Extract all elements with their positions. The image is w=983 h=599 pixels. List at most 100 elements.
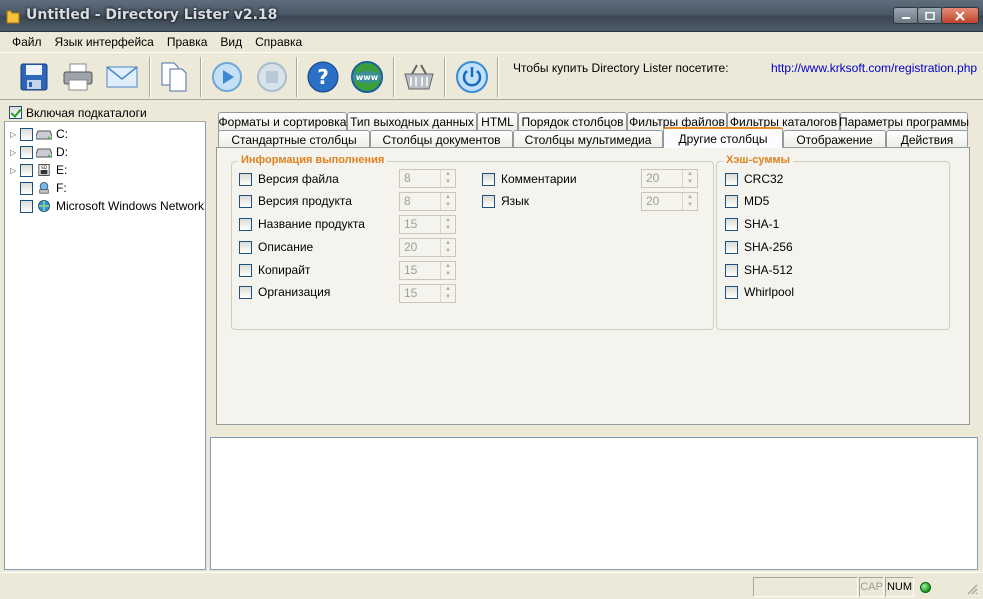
- tab-formats-sorting[interactable]: Форматы и сортировка: [218, 112, 347, 131]
- down-icon[interactable]: ▼: [441, 224, 455, 232]
- up-icon[interactable]: ▲: [441, 170, 455, 178]
- option-description[interactable]: Описание: [239, 240, 313, 254]
- up-icon[interactable]: ▲: [441, 285, 455, 293]
- registration-link[interactable]: http://www.krksoft.com/registration.php: [771, 61, 977, 75]
- buy-button[interactable]: [401, 59, 437, 95]
- down-icon[interactable]: ▼: [441, 201, 455, 209]
- checkbox[interactable]: [239, 194, 252, 208]
- expand-icon[interactable]: ▷: [10, 166, 18, 175]
- resize-grip-icon[interactable]: [966, 583, 978, 595]
- checkbox[interactable]: [239, 217, 252, 231]
- menu-file[interactable]: Файл: [12, 35, 42, 49]
- output-pane[interactable]: [210, 437, 978, 570]
- checkbox[interactable]: [239, 285, 252, 299]
- option-organization[interactable]: Организация: [239, 285, 330, 299]
- file-version-width[interactable]: 8 ▲ ▼: [399, 169, 456, 188]
- organization-width[interactable]: 15 ▲ ▼: [399, 284, 456, 303]
- spin-arrows[interactable]: ▲ ▼: [440, 239, 455, 256]
- option-sha256[interactable]: SHA-256: [725, 240, 793, 254]
- menu-view[interactable]: Вид: [220, 35, 242, 49]
- option-sha512[interactable]: SHA-512: [725, 263, 793, 277]
- menu-edit[interactable]: Правка: [167, 35, 208, 49]
- down-icon[interactable]: ▼: [683, 201, 697, 209]
- tree-checkbox[interactable]: [20, 127, 33, 141]
- down-icon[interactable]: ▼: [441, 293, 455, 301]
- checkbox[interactable]: [725, 172, 738, 186]
- down-icon[interactable]: ▼: [683, 178, 697, 186]
- spin-arrows[interactable]: ▲ ▼: [440, 262, 455, 279]
- checkbox[interactable]: [239, 172, 252, 186]
- tree-item-e[interactable]: ▷ SD E:: [10, 161, 67, 179]
- up-icon[interactable]: ▲: [683, 170, 697, 178]
- expand-icon[interactable]: ▷: [10, 148, 18, 157]
- option-whirlpool[interactable]: Whirlpool: [725, 285, 794, 299]
- checkbox[interactable]: [725, 263, 738, 277]
- down-icon[interactable]: ▼: [441, 270, 455, 278]
- copyright-width[interactable]: 15 ▲ ▼: [399, 261, 456, 280]
- option-product-name[interactable]: Название продукта: [239, 217, 365, 231]
- spin-arrows[interactable]: ▲ ▼: [440, 285, 455, 302]
- tab-program-settings[interactable]: Параметры программы: [839, 112, 969, 131]
- help-button[interactable]: ?: [305, 59, 341, 95]
- down-icon[interactable]: ▼: [441, 178, 455, 186]
- description-width[interactable]: 20 ▲ ▼: [399, 238, 456, 257]
- stop-button[interactable]: [254, 59, 290, 95]
- maximize-button[interactable]: [917, 7, 943, 24]
- language-width[interactable]: 20 ▲ ▼: [641, 192, 698, 211]
- close-button[interactable]: [941, 7, 979, 24]
- exit-button[interactable]: [454, 59, 490, 95]
- tree-checkbox[interactable]: [20, 181, 33, 195]
- include-subdirs-checkbox[interactable]: [9, 106, 22, 119]
- product-name-width[interactable]: 15 ▲ ▼: [399, 215, 456, 234]
- copy-button[interactable]: [156, 59, 192, 95]
- option-comments[interactable]: Комментарии: [482, 172, 577, 186]
- tree-item-c[interactable]: ▷ C:: [10, 125, 68, 143]
- checkbox[interactable]: [239, 240, 252, 254]
- spin-arrows[interactable]: ▲ ▼: [682, 193, 697, 210]
- save-button[interactable]: [16, 59, 52, 95]
- spin-arrows[interactable]: ▲ ▼: [682, 170, 697, 187]
- menu-help[interactable]: Справка: [255, 35, 302, 49]
- up-icon[interactable]: ▲: [441, 239, 455, 247]
- expand-icon[interactable]: ▷: [10, 130, 18, 139]
- checkbox[interactable]: [482, 172, 495, 186]
- tree-item-d[interactable]: ▷ D:: [10, 143, 68, 161]
- mail-button[interactable]: [104, 59, 140, 95]
- spin-arrows[interactable]: ▲ ▼: [440, 216, 455, 233]
- spin-arrows[interactable]: ▲ ▼: [440, 193, 455, 210]
- up-icon[interactable]: ▲: [441, 193, 455, 201]
- tree-item-f[interactable]: F:: [10, 179, 67, 197]
- tree-item-network[interactable]: Microsoft Windows Network: [10, 197, 204, 215]
- tree-checkbox[interactable]: [20, 163, 33, 177]
- tree-checkbox[interactable]: [20, 199, 33, 213]
- option-sha1[interactable]: SHA-1: [725, 217, 779, 231]
- up-icon[interactable]: ▲: [441, 262, 455, 270]
- checkbox[interactable]: [725, 194, 738, 208]
- checkbox[interactable]: [239, 263, 252, 277]
- website-button[interactable]: www: [349, 59, 385, 95]
- minimize-button[interactable]: [893, 7, 919, 24]
- tab-output-type[interactable]: Тип выходных данных: [347, 112, 477, 131]
- option-product-version[interactable]: Версия продукта: [239, 194, 352, 208]
- tab-html[interactable]: HTML: [477, 112, 518, 131]
- option-language[interactable]: Язык: [482, 194, 529, 208]
- menu-language[interactable]: Язык интерфейса: [55, 35, 154, 49]
- up-icon[interactable]: ▲: [441, 216, 455, 224]
- option-crc32[interactable]: CRC32: [725, 172, 783, 186]
- option-copyright[interactable]: Копирайт: [239, 263, 310, 277]
- tab-column-order[interactable]: Порядок столбцов: [518, 112, 627, 131]
- tab-other-columns[interactable]: Другие столбцы: [663, 127, 783, 148]
- option-md5[interactable]: MD5: [725, 194, 769, 208]
- spin-arrows[interactable]: ▲ ▼: [440, 170, 455, 187]
- up-icon[interactable]: ▲: [683, 193, 697, 201]
- product-version-width[interactable]: 8 ▲ ▼: [399, 192, 456, 211]
- tree-checkbox[interactable]: [20, 145, 33, 159]
- checkbox[interactable]: [725, 240, 738, 254]
- print-button[interactable]: [60, 59, 96, 95]
- comments-width[interactable]: 20 ▲ ▼: [641, 169, 698, 188]
- checkbox[interactable]: [725, 217, 738, 231]
- down-icon[interactable]: ▼: [441, 247, 455, 255]
- checkbox[interactable]: [725, 285, 738, 299]
- option-file-version[interactable]: Версия файла: [239, 172, 339, 186]
- start-button[interactable]: [209, 59, 245, 95]
